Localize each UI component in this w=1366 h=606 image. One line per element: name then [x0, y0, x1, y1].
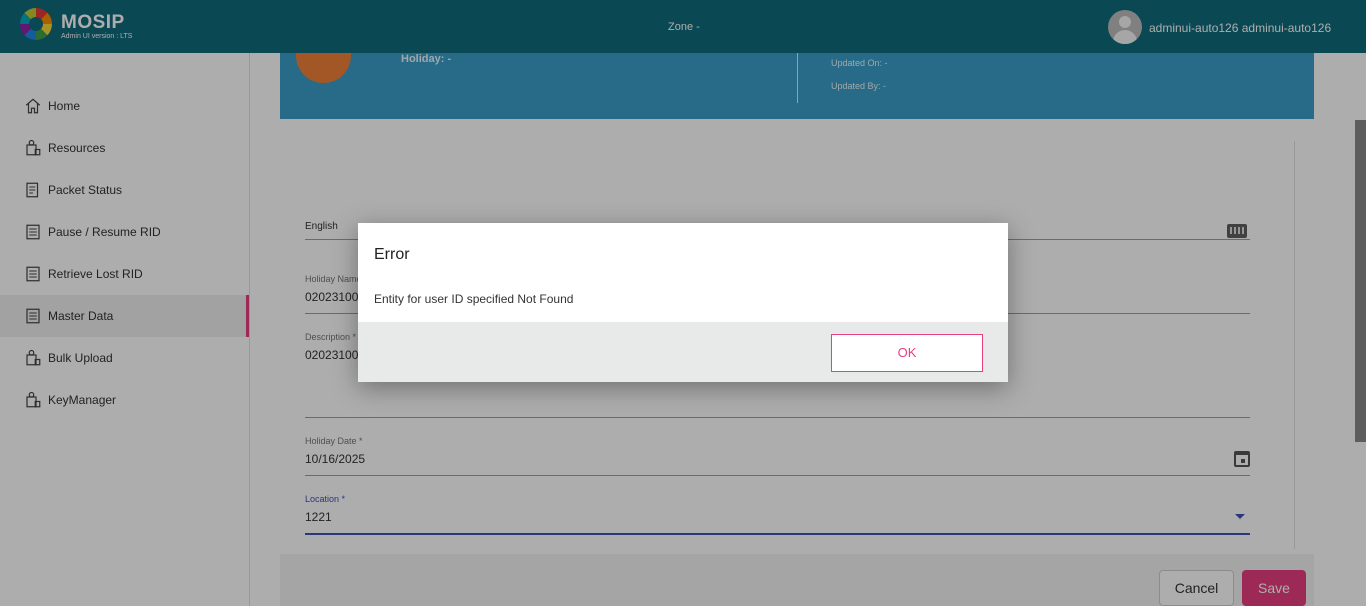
dialog-message: Entity for user ID specified Not Found [374, 292, 574, 306]
ok-button[interactable]: OK [831, 334, 983, 372]
dialog-title: Error [374, 246, 410, 263]
error-dialog: Error Entity for user ID specified Not F… [358, 223, 1008, 382]
dialog-actions: OK [358, 322, 1008, 382]
